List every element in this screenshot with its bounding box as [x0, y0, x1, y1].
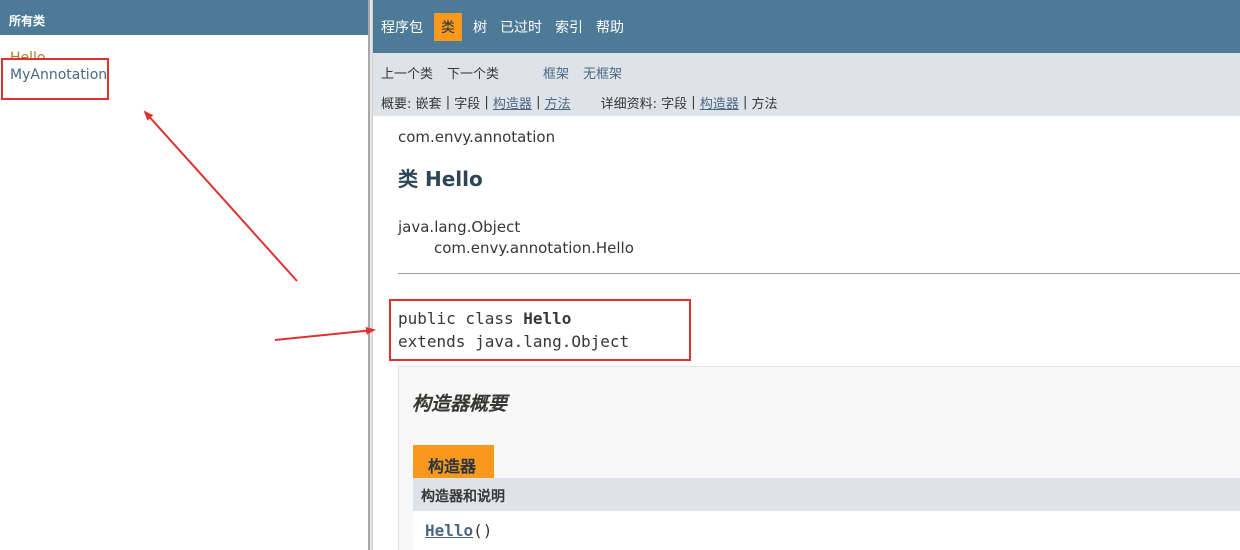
- detail-label: 详细资料:: [600, 97, 657, 112]
- all-classes-header: 所有类: [0, 0, 368, 35]
- summary-field: 字段: [454, 97, 481, 112]
- nav-tree[interactable]: 树: [473, 14, 487, 40]
- next-class: 下一个类: [447, 67, 500, 82]
- class-link-hello[interactable]: Hello: [0, 50, 368, 58]
- class-title: 类 Hello: [398, 167, 483, 191]
- detail-method: 方法: [751, 97, 778, 112]
- no-frames-link[interactable]: 无框架: [583, 63, 622, 82]
- summary-nested: 嵌套: [415, 97, 442, 112]
- subnav-sep: |: [484, 95, 489, 110]
- summary-method-link[interactable]: 方法: [545, 93, 571, 112]
- summary-constructor-link[interactable]: 构造器: [493, 93, 532, 112]
- subnav-sep: |: [742, 95, 748, 110]
- nav-deprecated[interactable]: 已过时: [500, 14, 542, 40]
- sub-navbar: 上一个类 下一个类 框架 无框架 概要: 嵌套 | 字段 | 构造器 | 方法 …: [373, 53, 1240, 116]
- top-navbar: 程序包 类 树 已过时 索引 帮助: [373, 0, 1240, 53]
- constructor-params: (): [473, 521, 493, 540]
- constructor-table-caption: 构造器: [413, 445, 494, 478]
- nav-index[interactable]: 索引: [555, 14, 583, 40]
- nav-package[interactable]: 程序包: [381, 14, 423, 40]
- frames-link[interactable]: 框架: [543, 63, 569, 82]
- highlight-box-class-list: [1, 58, 109, 100]
- highlight-box-signature: [389, 299, 691, 361]
- subnav-sep: |: [536, 95, 541, 110]
- prev-class: 上一个类: [381, 67, 434, 82]
- constructor-column-header: 构造器和说明: [413, 478, 1240, 511]
- summary-label: 概要:: [381, 97, 412, 112]
- inheritance-tree: java.lang.Object com.envy.annotation.Hel…: [398, 217, 1240, 259]
- constructor-hello-link[interactable]: Hello: [425, 521, 473, 540]
- subnav-sep: |: [691, 95, 696, 110]
- table-row: Hello(): [413, 511, 1240, 550]
- nav-class-active: 类: [434, 12, 462, 41]
- package-name: com.envy.annotation: [398, 128, 556, 146]
- constructor-summary-title: 构造器概要: [412, 393, 508, 415]
- inheritance-parent: java.lang.Object: [398, 218, 521, 236]
- subnav-sep: |: [445, 95, 451, 110]
- content-divider: [398, 273, 1240, 274]
- inheritance-child: com.envy.annotation.Hello: [434, 239, 634, 257]
- constructor-summary: 构造器概要 构造器 构造器和说明 Hello(): [398, 366, 1240, 550]
- nav-help[interactable]: 帮助: [596, 14, 624, 40]
- detail-field: 字段: [661, 97, 688, 112]
- detail-constructor-link[interactable]: 构造器: [700, 93, 739, 112]
